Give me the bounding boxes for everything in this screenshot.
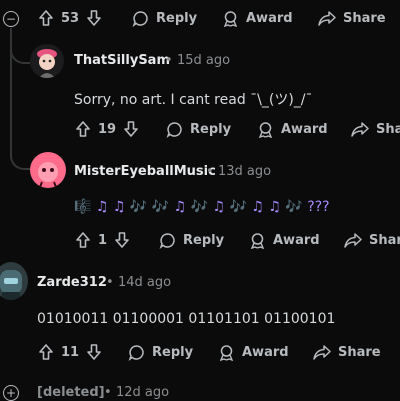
vote-bar: 1 (75, 231, 130, 249)
avatar[interactable] (30, 152, 66, 188)
vote-count: 11 (61, 344, 80, 360)
avatar[interactable] (0, 262, 28, 300)
award-icon (223, 11, 238, 27)
thread-elbow (10, 40, 30, 64)
downvote-icon[interactable] (86, 9, 102, 27)
reply-button[interactable]: Reply (166, 121, 231, 138)
reply-button[interactable]: Reply (132, 10, 197, 27)
reply-button[interactable]: Reply (128, 344, 193, 361)
comment-separator: • (104, 385, 112, 400)
reply-button[interactable]: Reply (159, 232, 224, 249)
share-icon (351, 122, 369, 137)
award-icon (219, 345, 234, 361)
reply-icon (166, 122, 182, 138)
comment-separator: • (206, 164, 214, 179)
reply-icon (159, 233, 175, 249)
comment-timestamp[interactable]: 13d ago (218, 164, 271, 179)
upvote-icon[interactable] (75, 120, 91, 138)
comment-text: 01010011 01100001 01101101 01100101 (37, 311, 336, 327)
upvote-icon[interactable] (38, 343, 54, 361)
award-button[interactable]: Award (257, 121, 328, 138)
collapse-thread-button[interactable]: − (3, 11, 19, 27)
share-button[interactable]: Share (318, 10, 386, 26)
comment-separator: • (106, 275, 114, 290)
award-icon (258, 122, 273, 138)
comment-timestamp[interactable]: 12d ago (116, 385, 169, 400)
thread-elbow (10, 140, 30, 170)
comment-separator: • (165, 53, 173, 68)
downvote-icon[interactable] (114, 231, 130, 249)
vote-bar: 53 (38, 9, 102, 27)
reply-icon (132, 11, 148, 27)
vote-bar: 19 (75, 120, 139, 138)
share-icon (318, 11, 336, 26)
share-button[interactable]: Share (351, 121, 400, 137)
share-icon (344, 233, 362, 248)
comment-timestamp[interactable]: 15d ago (177, 53, 230, 68)
vote-count: 19 (98, 121, 117, 137)
share-button[interactable]: Share (313, 344, 381, 360)
comment-author[interactable]: Zarde312 (37, 275, 107, 290)
expand-thread-button[interactable]: + (3, 385, 19, 401)
share-button[interactable]: Share (344, 232, 400, 248)
vote-count: 53 (61, 10, 80, 26)
share-icon (313, 345, 331, 360)
comment-author: [deleted] (37, 385, 105, 400)
comment-text: Sorry, no art. I cant read ¯\_(ツ)_/¯ (74, 92, 313, 108)
avatar[interactable] (30, 44, 64, 78)
upvote-icon[interactable] (75, 231, 91, 249)
vote-bar: 11 (38, 343, 102, 361)
reply-icon (128, 345, 144, 361)
comment-author[interactable]: ThatSillySam (74, 53, 170, 68)
comment-timestamp[interactable]: 14d ago (118, 275, 171, 290)
upvote-icon[interactable] (38, 9, 54, 27)
downvote-icon[interactable] (86, 343, 102, 361)
vote-count: 1 (98, 232, 108, 248)
award-icon (250, 233, 265, 249)
comment-text: 🎼 ♫ ♫ 🎶 🎶 ♫ 🎶 ♫ 🎶 ♫ ♫ 🎶 ??? (74, 199, 330, 215)
downvote-icon[interactable] (123, 120, 139, 138)
award-button[interactable]: Award (222, 10, 293, 27)
award-button[interactable]: Award (249, 232, 320, 249)
award-button[interactable]: Award (218, 344, 289, 361)
comment-author[interactable]: MisterEyeballMusic (74, 164, 216, 179)
